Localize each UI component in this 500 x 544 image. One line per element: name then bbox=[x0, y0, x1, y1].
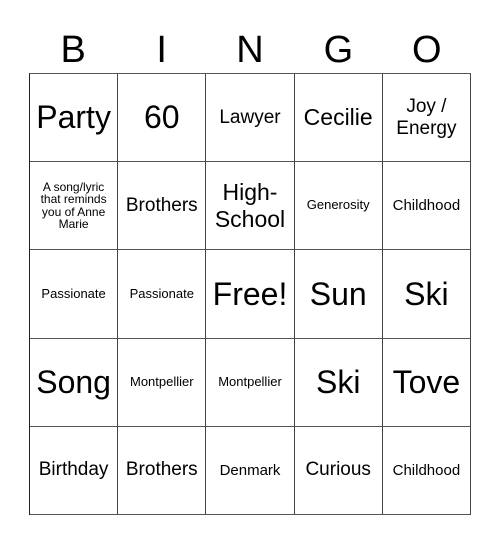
bingo-cell[interactable]: Joy / Energy bbox=[382, 74, 471, 163]
header-letter-n: N bbox=[236, 29, 264, 71]
bingo-cell[interactable]: Brothers bbox=[118, 426, 207, 515]
bingo-cell[interactable]: Sun bbox=[294, 250, 383, 339]
bingo-header: B I N G O bbox=[29, 28, 471, 72]
bingo-cell[interactable]: Cecilie bbox=[294, 74, 383, 163]
bingo-cell[interactable]: 60 bbox=[118, 74, 207, 163]
bingo-cell[interactable]: Tove bbox=[382, 338, 471, 427]
bingo-cell[interactable]: Lawyer bbox=[206, 74, 295, 163]
header-letter-b: B bbox=[60, 29, 86, 71]
bingo-cell[interactable]: Denmark bbox=[206, 426, 295, 515]
bingo-cell[interactable]: Brothers bbox=[118, 162, 207, 251]
bingo-cell[interactable]: Montpellier bbox=[118, 338, 207, 427]
bingo-cell[interactable]: Ski bbox=[294, 338, 383, 427]
bingo-cell[interactable]: Curious bbox=[294, 426, 383, 515]
bingo-grid: Party 60 Lawyer Cecilie Joy / Energy A s… bbox=[29, 73, 471, 515]
free-space-cell[interactable]: Free! bbox=[206, 250, 295, 339]
bingo-cell[interactable]: Childhood bbox=[382, 426, 471, 515]
bingo-cell[interactable]: Childhood bbox=[382, 162, 471, 251]
bingo-cell[interactable]: Montpellier bbox=[206, 338, 295, 427]
header-letter-o: O bbox=[412, 29, 442, 71]
bingo-cell[interactable]: Generosity bbox=[294, 162, 383, 251]
bingo-cell[interactable]: Passionate bbox=[118, 250, 207, 339]
bingo-cell[interactable]: Ski bbox=[382, 250, 471, 339]
header-letter-i: I bbox=[156, 29, 167, 71]
bingo-cell[interactable]: Party bbox=[30, 74, 119, 163]
bingo-cell[interactable]: Song bbox=[30, 338, 119, 427]
bingo-cell[interactable]: Birthday bbox=[30, 426, 119, 515]
bingo-cell[interactable]: High-School bbox=[206, 162, 295, 251]
bingo-cell[interactable]: Passionate bbox=[30, 250, 119, 339]
header-letter-g: G bbox=[323, 29, 354, 71]
bingo-cell[interactable]: A song/lyric that reminds you of Anne Ma… bbox=[30, 162, 119, 251]
